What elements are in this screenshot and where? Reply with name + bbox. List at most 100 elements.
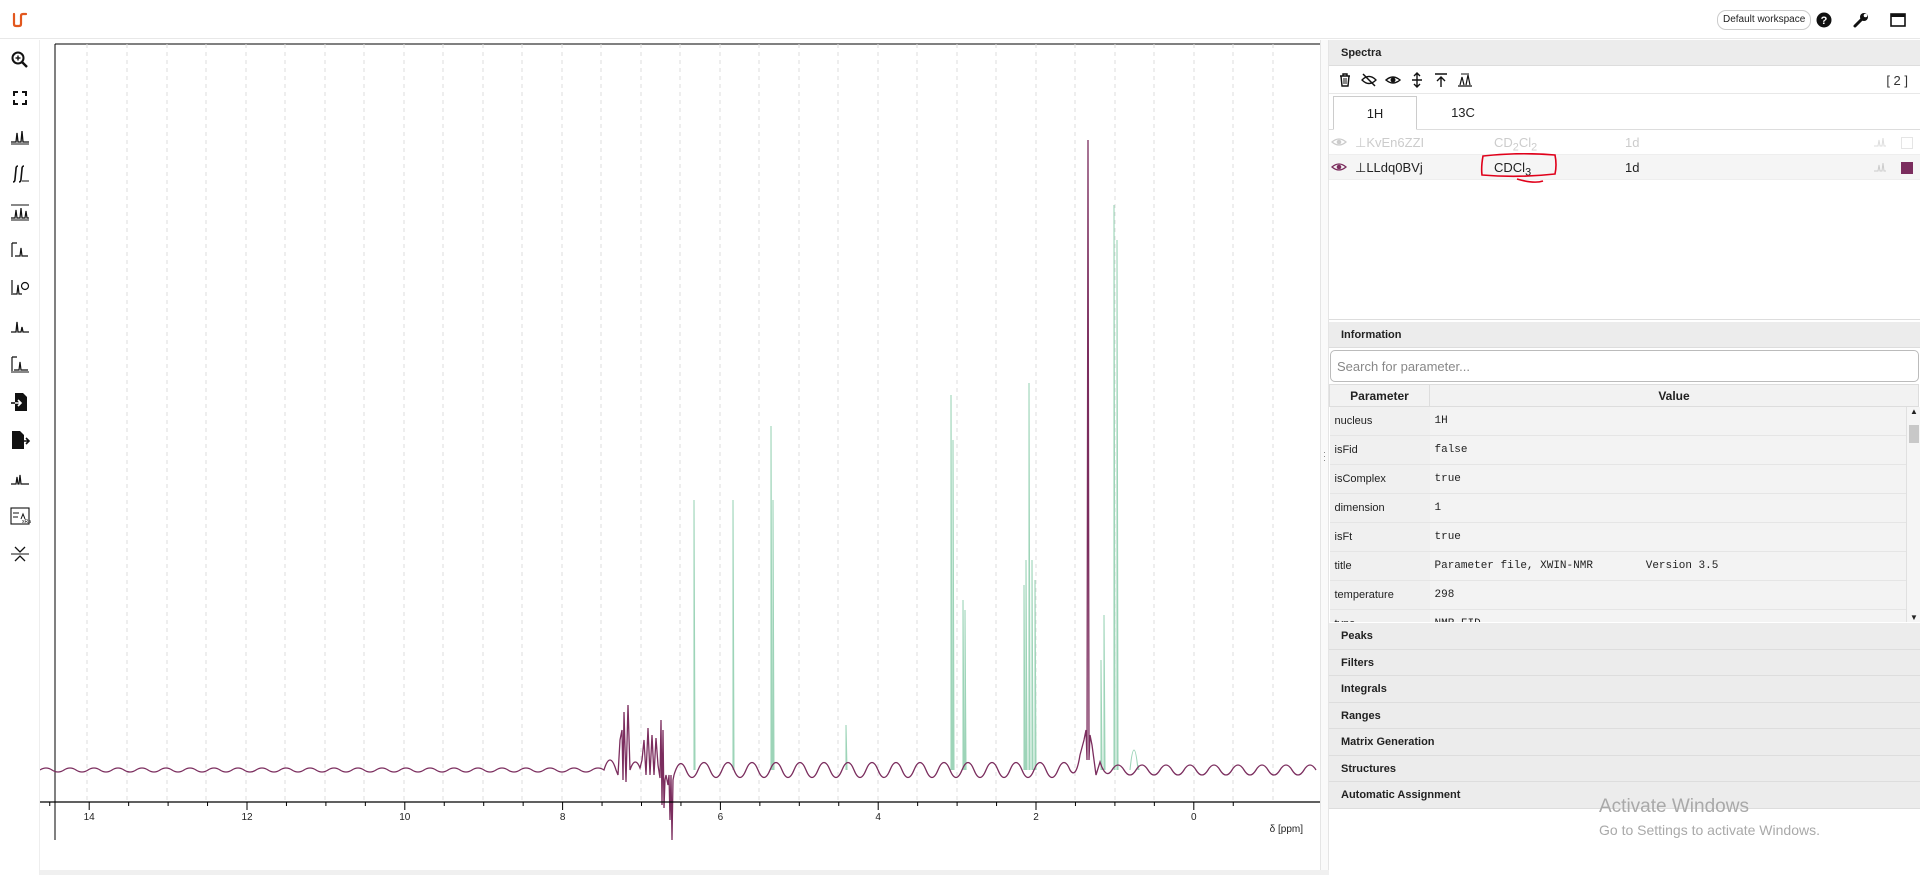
- spectrum-dimension: 1d: [1625, 135, 1640, 150]
- manual-zones-icon[interactable]: xRa: [9, 505, 31, 527]
- param-cell: nucleus: [1329, 406, 1430, 436]
- show-all-icon[interactable]: [1385, 72, 1401, 88]
- accordion-ranges[interactable]: Ranges: [1329, 702, 1920, 729]
- parameter-search-input[interactable]: [1330, 350, 1919, 382]
- import-icon[interactable]: [9, 391, 31, 413]
- tab-1h[interactable]: 1H: [1333, 96, 1417, 130]
- ranges-icon[interactable]: [9, 201, 31, 223]
- nmrium-logo-icon: [12, 12, 28, 28]
- scroll-down-icon[interactable]: ▼: [1910, 613, 1918, 622]
- param-cell: isComplex: [1329, 464, 1430, 494]
- window-icon[interactable]: [1889, 11, 1907, 29]
- zoom-icon[interactable]: [9, 49, 31, 71]
- value-cell: 1: [1429, 493, 1919, 523]
- value-cell: Parameter file, XWIN-NMR Version 3.5: [1429, 551, 1919, 581]
- nucleus-tabs: 1H 13C: [1329, 94, 1920, 130]
- table-row[interactable]: typeNMR FID: [1329, 609, 1919, 622]
- parameter-column-header[interactable]: Parameter: [1329, 384, 1430, 407]
- x-axis-tick-label: 8: [560, 812, 566, 823]
- watermark-subtitle: Go to Settings to activate Windows.: [1599, 822, 1820, 838]
- hide-all-icon[interactable]: [1361, 72, 1377, 88]
- value-cell: NMR FID: [1429, 609, 1919, 622]
- spectrum-color-swatch[interactable]: [1901, 137, 1913, 149]
- stack-spectra-icon[interactable]: [1409, 72, 1425, 88]
- spectrum-name-text: LLdq0BVj: [1366, 160, 1423, 175]
- x-axis-tick-label: 0: [1191, 812, 1197, 823]
- scroll-up-icon[interactable]: ▲: [1910, 407, 1918, 416]
- table-row[interactable]: nucleus 1H: [1329, 406, 1919, 436]
- table-scrollbar[interactable]: ▲ ▼: [1906, 407, 1920, 622]
- svg-text:xRa: xRa: [22, 519, 31, 525]
- spectrum-row[interactable]: ⊥LLdq0BVj CDCl3 1d: [1329, 153, 1920, 183]
- accordion-integrals[interactable]: Integrals: [1329, 676, 1920, 703]
- x-axis-tick-label: 4: [875, 812, 881, 823]
- splitter-handle-icon[interactable]: · · ·: [1323, 448, 1326, 465]
- peak-picking-icon[interactable]: [9, 125, 31, 147]
- multiplet-icon[interactable]: [9, 467, 31, 489]
- table-row[interactable]: isComplex true: [1329, 464, 1919, 494]
- visibility-eye-icon[interactable]: [1331, 135, 1347, 149]
- help-icon[interactable]: ?: [1815, 11, 1833, 29]
- symmetrize-icon[interactable]: [9, 543, 31, 565]
- table-row[interactable]: title Parameter file, XWIN-NMR Version 3.…: [1329, 551, 1919, 581]
- accordion-matrix-generation[interactable]: Matrix Generation: [1329, 729, 1920, 756]
- spectrum-row[interactable]: ⊥KvEn6ZZI CD2Cl2 1d: [1329, 130, 1920, 155]
- full-spectrum-icon[interactable]: [9, 87, 31, 109]
- baseline-correction-icon[interactable]: [9, 277, 31, 299]
- spectrum-type-icon: ⊥: [1355, 160, 1367, 175]
- x-axis-tick-label: 2: [1033, 812, 1039, 823]
- export-icon[interactable]: [9, 429, 31, 451]
- spectrum-color-swatch[interactable]: [1901, 162, 1913, 174]
- visibility-eye-icon[interactable]: [1331, 160, 1347, 174]
- value-cell: true: [1429, 464, 1919, 494]
- value-cell: false: [1429, 435, 1919, 465]
- spectrum-chart[interactable]: 14 12 10 8 6 4 2 0 δ [ppm]: [40, 40, 1320, 870]
- workspace-button[interactable]: Default workspace: [1717, 10, 1812, 30]
- right-panel: Spectra [ 2 ] 1H 13C ⊥KvEn6ZZI CD2Cl2 1d…: [1329, 40, 1920, 875]
- tab-13c[interactable]: 13C: [1421, 96, 1505, 130]
- delete-icon[interactable]: [1337, 72, 1353, 88]
- accordion: Peaks Filters Integrals Ranges Matrix Ge…: [1329, 623, 1920, 809]
- x-axis-tick-label: 10: [399, 812, 411, 823]
- wrench-icon[interactable]: [1852, 11, 1870, 29]
- bottom-strip: [40, 870, 1329, 875]
- exclusion-zone-icon[interactable]: [9, 353, 31, 375]
- table-row[interactable]: temperature 298: [1329, 580, 1919, 610]
- integral-icon[interactable]: [9, 163, 31, 185]
- spectrum-lldq0bvj-trace: [40, 139, 1317, 841]
- red-annotation-circle: [1480, 153, 1557, 183]
- x-axis-tick-label: 6: [718, 812, 724, 823]
- param-cell: title: [1329, 551, 1430, 581]
- table-row[interactable]: isFt true: [1329, 522, 1919, 552]
- align-top-icon[interactable]: [1433, 72, 1449, 88]
- parameter-table-wrap: Parameter Value nucleus 1H isFid false isC…: [1329, 384, 1920, 622]
- x-axis-label: δ [ppm]: [1270, 824, 1304, 835]
- panel-splitter[interactable]: · · ·: [1320, 40, 1329, 875]
- spectrum-name: ⊥KvEn6ZZI: [1355, 135, 1424, 151]
- accordion-peaks[interactable]: Peaks: [1329, 623, 1920, 650]
- accordion-structures[interactable]: Structures: [1329, 755, 1920, 782]
- svg-text:?: ?: [1821, 15, 1828, 27]
- value-column-header[interactable]: Value: [1429, 384, 1919, 407]
- scroll-thumb[interactable]: [1909, 425, 1919, 443]
- overlay-icon[interactable]: [1457, 72, 1473, 88]
- table-row[interactable]: dimension 1: [1329, 493, 1919, 523]
- phase-correction-icon[interactable]: [9, 239, 31, 261]
- value-cell: true: [1429, 522, 1919, 552]
- spectra-list: ⊥KvEn6ZZI CD2Cl2 1d ⊥LLdq0BVj CDCl3 1d: [1329, 130, 1920, 320]
- param-cell: isFid: [1329, 435, 1430, 465]
- information-panel-header[interactable]: Information: [1329, 322, 1920, 348]
- param-cell: temperature: [1329, 580, 1430, 610]
- solvent-text: CD: [1494, 135, 1513, 150]
- param-cell: isFt: [1329, 522, 1430, 552]
- x-axis-ticks: 14 12 10 8 6 4 2 0: [49, 802, 1234, 823]
- solvent-text-2: Cl: [1518, 135, 1532, 150]
- spectrum-icon[interactable]: [9, 315, 31, 337]
- mini-spectrum-icon: [1874, 137, 1886, 147]
- spectra-panel-header[interactable]: Spectra: [1329, 40, 1920, 66]
- table-row[interactable]: isFid false: [1329, 435, 1919, 465]
- solvent-subscript-2: 2: [1531, 141, 1538, 154]
- grid-lines: [86, 44, 1274, 800]
- accordion-filters[interactable]: Filters: [1329, 649, 1920, 676]
- spectrum-viewer[interactable]: 14 12 10 8 6 4 2 0 δ [ppm]: [40, 40, 1320, 870]
